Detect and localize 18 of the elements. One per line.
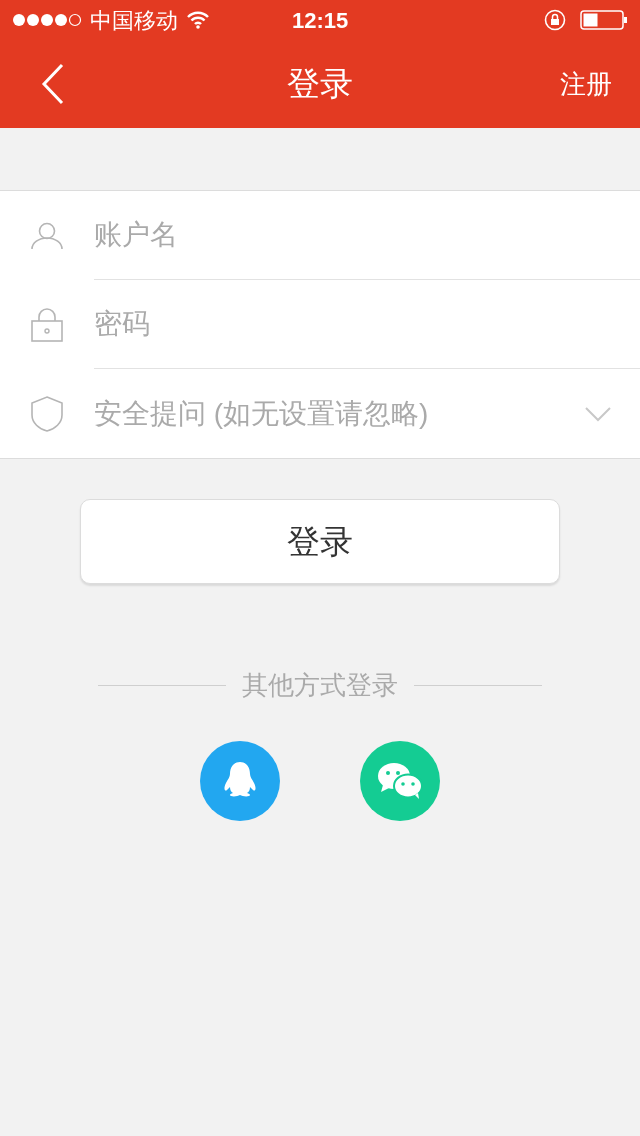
clock-time: 12:15 <box>292 6 349 35</box>
chat-bubbles-icon <box>377 762 423 800</box>
register-link[interactable]: 注册 <box>560 64 612 104</box>
page-title: 登录 <box>287 64 353 105</box>
battery-icon <box>580 10 628 30</box>
chevron-down-icon <box>584 405 612 422</box>
signal-icon <box>12 13 82 27</box>
carrier-name: 中国移动 <box>90 6 178 35</box>
lock-icon <box>31 307 63 342</box>
login-button[interactable]: 登录 <box>80 499 560 584</box>
shield-icon <box>31 395 63 432</box>
username-field[interactable]: 账户名 <box>94 210 612 260</box>
other-login-label: 其他方式登录 <box>242 669 398 702</box>
wifi-icon <box>186 11 210 29</box>
password-field[interactable]: 密码 <box>94 299 612 349</box>
user-icon <box>31 221 63 250</box>
rotation-lock-icon <box>544 9 566 31</box>
security-question-dropdown[interactable]: 安全提问 (如无设置请忽略) <box>94 369 612 458</box>
